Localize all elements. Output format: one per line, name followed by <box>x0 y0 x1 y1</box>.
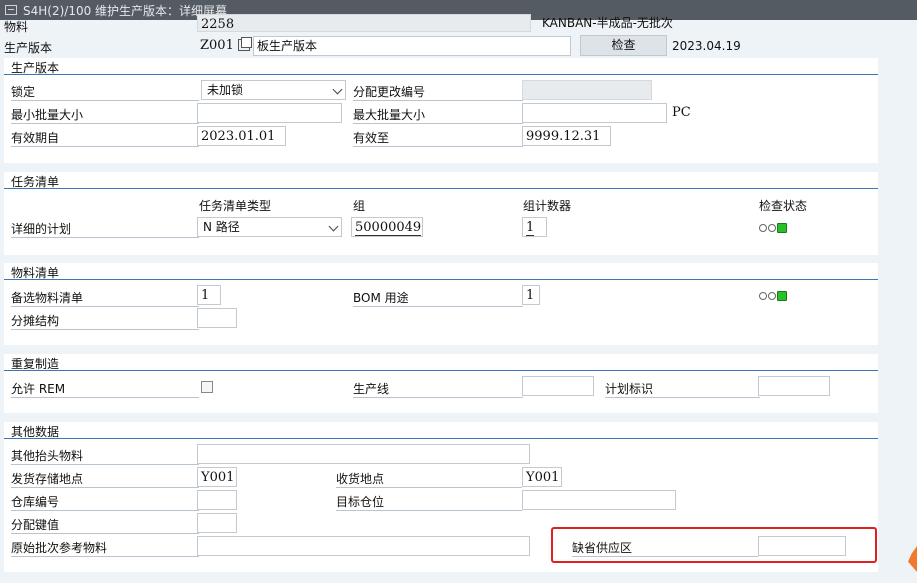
unit-label: PC <box>672 105 691 120</box>
apportion-field[interactable] <box>197 308 237 328</box>
chevron-down-icon <box>332 84 343 95</box>
highlight-annotation <box>551 527 877 563</box>
section-title: 物料清单 <box>11 266 60 280</box>
valid-to-field[interactable]: 9999.12.31 <box>522 126 611 146</box>
apportion-label: 分摊结构 <box>11 312 199 330</box>
check-button[interactable]: 检查 <box>580 35 667 56</box>
bom-status-light-icon <box>759 291 788 301</box>
warehouse-number-field[interactable] <box>197 490 237 510</box>
bom-usage-field[interactable]: 1 <box>522 285 540 305</box>
orig-batch-ref-label: 原始批次参考物料 <box>11 539 199 557</box>
min-lot-field[interactable] <box>197 103 342 123</box>
dest-bin-label: 目标仓位 <box>336 493 522 511</box>
valid-to-label: 有效至 <box>353 129 523 147</box>
warehouse-number-label: 仓库编号 <box>11 493 199 511</box>
receipt-location-label: 收货地点 <box>336 470 522 488</box>
task-list-type-select[interactable]: N 路径 <box>197 217 342 237</box>
alt-bom-field[interactable]: 1 <box>197 285 221 305</box>
plan-id-field[interactable] <box>758 376 830 396</box>
group-header: 组 <box>353 199 366 213</box>
detailed-plan-label: 详细的计划 <box>11 220 199 238</box>
dest-bin-field[interactable] <box>522 490 676 510</box>
section-header: 其他数据 <box>4 422 878 439</box>
app-logo-icon <box>908 546 917 572</box>
header-date: 2023.04.19 <box>672 39 741 53</box>
section-title: 任务清单 <box>11 175 60 189</box>
change-number-field <box>522 80 652 100</box>
task-list-type-header: 任务清单类型 <box>199 199 272 213</box>
material-description: KANBAN-半成品-无批次 <box>542 16 673 30</box>
check-status-header: 检查状态 <box>759 199 808 213</box>
window-menu-icon[interactable] <box>5 5 17 15</box>
max-lot-label: 最大批量大小 <box>353 106 523 124</box>
section-repetitive-mfg: 重复制造 允许 REM 生产线 计划标识 <box>4 354 878 413</box>
section-header: 任务清单 <box>4 172 878 189</box>
issue-storage-location-label: 发货存储地点 <box>11 470 199 488</box>
section-header: 重复制造 <box>4 354 878 371</box>
valid-from-field[interactable]: 2023.01.01 <box>197 126 286 146</box>
min-lot-label: 最小批量大小 <box>11 106 199 124</box>
distribution-key-label: 分配键值 <box>11 516 199 534</box>
other-header-material-label: 其他抬头物料 <box>11 447 199 465</box>
lock-label: 锁定 <box>11 83 199 101</box>
plan-id-label: 计划标识 <box>605 380 760 398</box>
status-traffic-light-icon <box>759 223 788 233</box>
version-label: 生产版本 <box>4 41 53 55</box>
orig-batch-ref-field[interactable] <box>197 536 530 556</box>
allow-rem-checkbox[interactable] <box>201 381 213 393</box>
alt-bom-label: 备选物料清单 <box>11 289 199 307</box>
section-production-version: 生产版本 锁定 未加锁 分配更改编号 最小批量大小 最大批量大小 PC 有效期自… <box>4 58 878 163</box>
lock-select[interactable]: 未加锁 <box>201 80 346 100</box>
production-line-field[interactable] <box>522 376 594 396</box>
group-field[interactable]: 50000049 <box>351 217 423 237</box>
group-counter-header: 组计数器 <box>523 199 572 213</box>
max-lot-field[interactable] <box>522 103 667 123</box>
allow-rem-label: 允许 REM <box>11 380 199 398</box>
chevron-down-icon <box>328 221 339 232</box>
other-header-material-field[interactable] <box>197 444 530 464</box>
material-label: 物料 <box>4 20 29 34</box>
section-title: 生产版本 <box>11 61 60 75</box>
version-description-field[interactable]: 板生产版本 <box>253 36 571 56</box>
group-counter-field[interactable]: 1 <box>522 217 547 237</box>
issue-storage-location-field[interactable]: Y001 <box>197 467 237 487</box>
bom-usage-label: BOM 用途 <box>353 289 523 307</box>
copy-icon[interactable] <box>238 37 252 51</box>
valid-from-label: 有效期自 <box>11 129 199 147</box>
section-task-list: 任务清单 任务清单类型 组 组计数器 检查状态 详细的计划 N 路径 50000… <box>4 172 878 255</box>
distribution-key-field[interactable] <box>197 513 237 533</box>
receipt-location-field[interactable]: Y001 <box>522 467 562 487</box>
section-header: 物料清单 <box>4 263 878 280</box>
change-number-label: 分配更改编号 <box>353 83 523 101</box>
section-title: 重复制造 <box>11 357 60 371</box>
section-bom: 物料清单 备选物料清单 1 BOM 用途 1 分摊结构 <box>4 263 878 345</box>
section-header: 生产版本 <box>4 58 878 75</box>
version-field[interactable]: Z001 <box>197 36 237 56</box>
material-field: 2258 <box>197 14 531 32</box>
production-line-label: 生产线 <box>353 380 523 398</box>
section-title: 其他数据 <box>11 425 60 439</box>
